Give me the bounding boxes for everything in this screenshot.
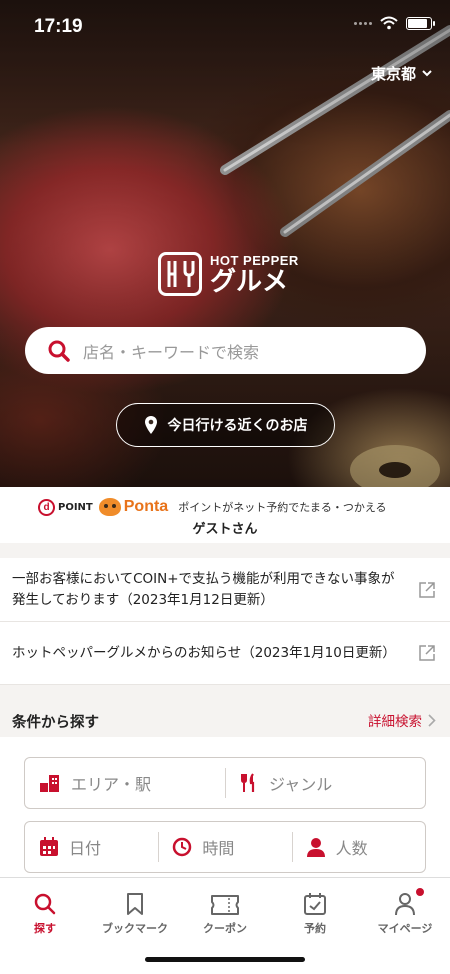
person-icon: [306, 838, 325, 857]
dpoint-logo: d POINT: [38, 498, 93, 516]
wifi-icon: [380, 16, 398, 30]
coupon-icon: [211, 895, 239, 915]
tab-search[interactable]: 探す: [0, 886, 90, 936]
date-field[interactable]: 日付: [25, 822, 158, 872]
conditions-header: 条件から探す 詳細検索: [0, 687, 450, 737]
external-link-icon: [419, 645, 435, 661]
chevron-down-icon: [422, 70, 432, 77]
calendar-icon: [40, 837, 58, 856]
notification-badge: [416, 888, 424, 896]
status-icons: [354, 16, 435, 30]
conditions-panel: エリア・駅 ジャンル 日付 時間 人数: [0, 737, 450, 877]
nearby-restaurants-button[interactable]: 今日行ける近くのお店: [116, 403, 335, 447]
conditions-title: 条件から探す: [12, 715, 99, 731]
area-building-icon: [40, 775, 59, 792]
detail-search-link[interactable]: 詳細検索: [368, 710, 436, 730]
detail-search-label: 詳細検索: [368, 714, 422, 730]
calendar-check-icon: [304, 893, 326, 915]
area-station-field[interactable]: エリア・駅: [25, 758, 225, 808]
people-field[interactable]: 人数: [291, 822, 425, 872]
app-logo: HOT PEPPER グルメ: [158, 252, 299, 296]
person-icon: [395, 893, 415, 916]
genre-label: ジャンル: [269, 775, 333, 794]
time-field[interactable]: 時間: [158, 822, 291, 872]
dpoint-label: POINT: [58, 501, 93, 513]
home-indicator: [145, 957, 305, 962]
area-label: エリア・駅: [71, 775, 152, 794]
tab-reservation[interactable]: 予約: [270, 886, 360, 936]
news-item[interactable]: ホットペッパーグルメからのお知らせ（2023年1月10日更新）: [0, 622, 450, 685]
news-text: 一部お客様においてCOIN+で支払う機能が利用できない事象が発生しております（2…: [12, 570, 395, 608]
fork-knife-icon: [241, 773, 255, 792]
genre-field[interactable]: ジャンル: [225, 758, 425, 808]
time-label: 時間: [202, 839, 235, 858]
bookmark-icon: [127, 893, 143, 915]
news-text: ホットペッパーグルメからのお知らせ（2023年1月10日更新）: [12, 644, 396, 661]
people-label: 人数: [335, 839, 368, 858]
dpoint-icon: d: [38, 498, 55, 516]
nearby-label: 今日行ける近くのお店: [167, 418, 308, 434]
tab-label: ブックマーク: [102, 922, 168, 935]
signal-icon: [354, 21, 372, 25]
points-row: d POINT Ponta ポイントがネット予約でたまる・つかえる: [38, 498, 387, 516]
search-icon: [34, 893, 56, 915]
tab-label: マイページ: [377, 922, 433, 935]
logo-text-main: グルメ: [210, 266, 289, 297]
logo-text-top: HOT PEPPER: [210, 252, 299, 268]
fork-knife-logo-icon: [158, 252, 202, 296]
area-genre-row: エリア・駅 ジャンル: [24, 757, 426, 809]
points-banner[interactable]: d POINT Ponta ポイントがネット予約でたまる・つかえる ゲストさん: [0, 487, 450, 543]
search-input[interactable]: 店名・キーワードで検索: [25, 327, 426, 374]
status-bar: 17:19: [0, 0, 450, 52]
ponta-icon: [98, 498, 121, 516]
location-pin-icon: [144, 416, 157, 434]
tab-mypage[interactable]: マイページ: [360, 886, 450, 936]
region-selector[interactable]: 東京都: [371, 63, 432, 84]
points-description: ポイントがネット予約でたまる・つかえる: [178, 501, 387, 514]
clock-icon: [173, 837, 192, 857]
news-item[interactable]: 一部お客様においてCOIN+で支払う機能が利用できない事象が発生しております（2…: [0, 558, 450, 622]
ponta-label: Ponta: [123, 498, 169, 515]
chevron-right-icon: [428, 713, 436, 727]
external-link-icon: [419, 581, 435, 598]
tab-bookmark[interactable]: ブックマーク: [90, 886, 180, 936]
search-placeholder: 店名・キーワードで検索: [83, 342, 260, 362]
date-label: 日付: [69, 839, 102, 858]
tab-coupon[interactable]: クーポン: [180, 886, 270, 936]
ponta-logo: Ponta: [98, 498, 169, 516]
user-name: ゲストさん: [192, 522, 258, 537]
date-time-people-row: 日付 時間 人数: [24, 821, 426, 873]
tab-label: 探す: [34, 922, 56, 935]
tab-label: 予約: [304, 922, 326, 935]
news-list: 一部お客様においてCOIN+で支払う機能が利用できない事象が発生しております（2…: [0, 558, 450, 685]
search-icon: [48, 340, 70, 362]
tab-label: クーポン: [203, 922, 247, 935]
status-time: 17:19: [34, 16, 83, 37]
battery-icon: [406, 16, 435, 30]
region-label: 東京都: [370, 65, 416, 83]
